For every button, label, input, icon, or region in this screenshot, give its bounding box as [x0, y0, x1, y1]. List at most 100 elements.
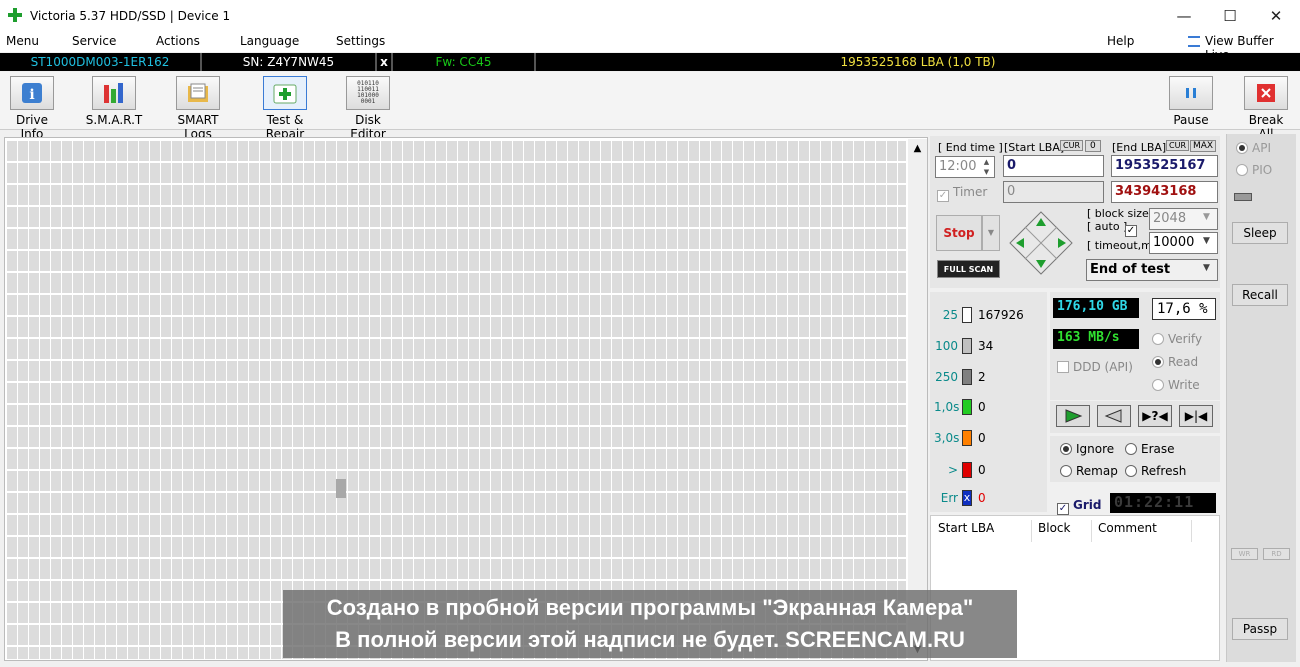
menu-service[interactable]: Service — [72, 34, 116, 48]
erase-radio[interactable]: Erase — [1125, 442, 1175, 456]
verify-radio-icon — [1152, 333, 1164, 345]
refresh-radio[interactable]: Refresh — [1125, 464, 1186, 478]
drive-info-button[interactable]: i Drive Info — [4, 76, 60, 141]
device-serial: SN: Z4Y7NW45 — [202, 53, 377, 71]
end-action-select[interactable]: End of test — [1086, 259, 1218, 281]
watermark-line-2: В полной версии этой надписи не будет. S… — [335, 627, 965, 652]
write-label: Write — [1168, 378, 1200, 392]
minimize-button[interactable]: — — [1161, 0, 1207, 32]
grid-check-icon: ✓ — [1057, 503, 1069, 515]
log-col-comment[interactable]: Comment — [1098, 520, 1192, 542]
pio-radio-icon — [1236, 164, 1248, 176]
end-lba-input[interactable]: 1953525167 — [1111, 155, 1218, 177]
pio-label: PIO — [1252, 163, 1273, 177]
read-radio[interactable]: Read — [1152, 355, 1198, 369]
skip-icon: ▶?◀ — [1142, 409, 1168, 423]
smart-label: S.M.A.R.T — [85, 113, 143, 127]
map-scrollbar[interactable]: ▲ ▼ — [908, 139, 927, 659]
device-firmware: Fw: CC45 — [393, 53, 536, 71]
info-icon: i — [10, 76, 54, 110]
end-action-chevron-icon: ▼ — [1203, 263, 1210, 273]
erase-radio-icon — [1125, 443, 1137, 455]
percent-display: 17,6 % — [1152, 298, 1216, 320]
rewind-button[interactable] — [1097, 405, 1131, 427]
view-buffer-icon — [1188, 36, 1200, 47]
log-col-block[interactable]: Block — [1038, 520, 1092, 542]
auto-checkbox[interactable]: ✓ — [1125, 220, 1141, 237]
ddd-check-icon — [1057, 361, 1069, 373]
legend-swatch — [962, 307, 972, 323]
ddd-api-checkbox[interactable]: DDD (API) — [1057, 360, 1133, 374]
play-button[interactable] — [1056, 405, 1090, 427]
watermark-line-1: Создано в пробной версии программы "Экра… — [326, 595, 974, 620]
legend-label: 250 — [935, 370, 958, 384]
close-button[interactable]: ✕ — [1253, 0, 1299, 32]
stop-button[interactable]: Stop — [936, 215, 982, 251]
sector-map-grid — [6, 139, 906, 659]
api-label: API — [1252, 141, 1271, 155]
ignore-label: Ignore — [1076, 442, 1115, 456]
end-time-spinner-icon[interactable]: ▲ ▼ — [979, 157, 994, 177]
skip-button[interactable]: ▶?◀ — [1138, 405, 1172, 427]
passp-button[interactable]: Passp — [1232, 618, 1288, 640]
legend-row: >0 — [934, 460, 986, 480]
ignore-radio[interactable]: Ignore — [1060, 442, 1114, 456]
remap-radio[interactable]: Remap — [1060, 464, 1118, 478]
maximize-button[interactable]: ☐ — [1207, 0, 1253, 32]
legend-swatch — [962, 369, 972, 385]
end-button[interactable]: ▶|◀ — [1179, 405, 1213, 427]
end-icon: ▶|◀ — [1184, 409, 1208, 423]
scroll-up-icon[interactable]: ▲ — [908, 143, 927, 154]
menu-language[interactable]: Language — [240, 34, 299, 48]
sleep-button[interactable]: Sleep — [1232, 222, 1288, 244]
device-close-x[interactable]: x — [377, 53, 393, 71]
start-lba-label: [Start LBA] — [1004, 141, 1065, 154]
pio-radio[interactable]: PIO — [1236, 163, 1272, 177]
legend-swatch — [962, 462, 972, 478]
legend-swatch — [962, 430, 972, 446]
smart-icon — [92, 76, 136, 110]
legend-row: 250 2 — [934, 367, 986, 387]
timeout-chevron-icon: ▼ — [1203, 236, 1210, 246]
start-lba-input[interactable]: 0 — [1003, 155, 1104, 177]
end-lba-cur-button[interactable]: CUR — [1166, 140, 1189, 151]
speed-display: 163 MB/s — [1053, 329, 1139, 349]
right-side-panel — [1226, 134, 1296, 662]
end-lba-max-button[interactable]: MAX — [1190, 140, 1217, 152]
write-radio[interactable]: Write — [1152, 378, 1200, 392]
verify-radio[interactable]: Verify — [1152, 332, 1202, 346]
legend-swatch — [962, 338, 972, 354]
full-scan-button[interactable]: FULL SCAN — [937, 260, 1000, 278]
menu-help[interactable]: Help — [1107, 34, 1134, 48]
status-indicator — [1234, 193, 1252, 201]
timer-checkbox[interactable]: ✓ Timer — [937, 185, 987, 202]
stop-dropdown-icon[interactable]: ▼ — [982, 215, 1000, 251]
recall-button[interactable]: Recall — [1232, 284, 1288, 306]
timer-value-input[interactable]: 0 — [1003, 181, 1104, 203]
verify-label: Verify — [1168, 332, 1203, 346]
disk-editor-button[interactable]: 010110 110011 101000 0001 Disk Editor — [336, 76, 400, 141]
api-radio[interactable]: API — [1236, 141, 1271, 155]
menu-settings[interactable]: Settings — [336, 34, 385, 48]
test-repair-button[interactable]: Test & Repair — [246, 76, 324, 141]
legend-count: 167926 — [978, 308, 1024, 322]
erase-label: Erase — [1141, 442, 1175, 456]
timer-check-icon: ✓ — [937, 190, 949, 202]
menu-menu[interactable]: Menu — [6, 34, 39, 48]
svg-text:i: i — [29, 87, 34, 103]
grid-checkbox[interactable]: ✓ Grid — [1057, 498, 1101, 515]
pause-button[interactable]: Pause — [1168, 76, 1214, 127]
smart-logs-button[interactable]: SMART Logs — [162, 76, 234, 141]
binary-icon: 010110 110011 101000 0001 — [346, 76, 390, 110]
start-lba-zero-button[interactable]: 0 — [1085, 140, 1101, 152]
device-model[interactable]: ST1000DM003-1ER162 — [0, 53, 202, 71]
smart-button[interactable]: S.M.A.R.T — [84, 76, 144, 127]
menu-actions[interactable]: Actions — [156, 34, 200, 48]
start-lba-cur-button[interactable]: CUR — [1060, 140, 1083, 151]
direction-pad[interactable] — [1008, 210, 1074, 276]
log-col-start-lba[interactable]: Start LBA — [938, 520, 1032, 542]
direction-arrows-icon — [1009, 211, 1073, 275]
break-all-button[interactable]: Break All — [1240, 76, 1292, 141]
watermark-overlay: Создано в пробной версии программы "Экра… — [283, 590, 1017, 658]
current-lba-display: 343943168 — [1111, 181, 1218, 203]
